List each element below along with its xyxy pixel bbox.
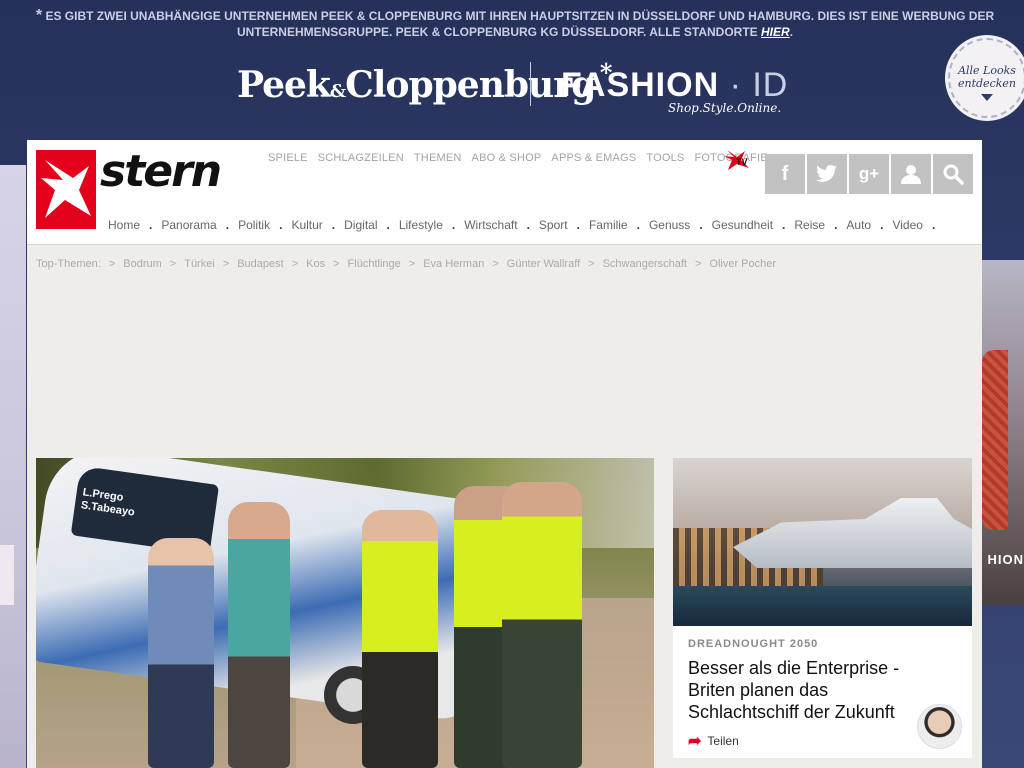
teaser-kicker: DREADNOUGHT 2050 [688,638,819,650]
fashion-id-logo[interactable]: FASHION · ID [561,66,788,105]
topic-link[interactable]: Oliver Pocher [709,258,776,270]
teaser-ship [733,498,972,568]
nav-lifestyle[interactable]: Lifestyle [399,218,443,232]
topic-link[interactable]: Bodrum [123,258,162,270]
hero-image[interactable]: L.Prego S.Tabeayo [36,458,654,768]
stern-tv-logo[interactable]: TV [723,148,751,172]
top-link-schlagzeilen[interactable]: SCHLAGZEILEN [318,152,404,164]
nav-gesundheit[interactable]: Gesundheit [712,218,773,232]
nav-kultur[interactable]: Kultur [291,218,322,232]
nav-reise[interactable]: Reise [794,218,825,232]
topic-link[interactable]: Türkei [184,258,215,270]
star-icon [41,160,91,218]
ad-stores-link[interactable]: HIER [761,25,790,39]
user-icon[interactable] [891,154,931,194]
top-themen-label: Top-Themen: [36,258,101,270]
topic-link[interactable]: Günter Wallraff [507,258,580,270]
top-link-abo-shop[interactable]: ABO & SHOP [472,152,542,164]
hero-person [148,538,214,768]
teaser-image[interactable] [673,458,972,626]
peek-cloppenburg-logo[interactable]: Peek&Cloppenburg * [237,58,612,106]
looks-entdecken-button[interactable]: Alle Looks entdecken [948,38,1024,118]
topic-link[interactable]: Eva Herman [423,258,484,270]
teaser-card[interactable]: DREADNOUGHT 2050 Besser als die Enterpri… [673,458,972,758]
hero-person [228,502,290,768]
facebook-icon[interactable]: f [765,154,805,194]
nav-wirtschaft[interactable]: Wirtschaft [464,218,517,232]
stern-logo-text[interactable]: stern [100,146,222,197]
nav-panorama[interactable]: Panorama [161,218,216,232]
nav-familie[interactable]: Familie [589,218,628,232]
ad-disclaimer: * ES GIBT ZWEI UNABHÄNGIGE UNTERNEHMEN P… [35,7,995,40]
svg-text:TV: TV [736,157,748,167]
nav-genuss[interactable]: Genuss [649,218,690,232]
nav-digital[interactable]: Digital [344,218,377,232]
search-icon[interactable] [933,154,973,194]
twitter-icon[interactable] [807,154,847,194]
ad-side-right[interactable]: HION [982,260,1024,605]
author-avatar[interactable] [917,704,962,749]
hero-officer [362,510,438,768]
main-nav: Home. Panorama. Politik. Kultur. Digital… [108,218,936,232]
share-arrow-icon: ➦ [688,733,702,750]
fashion-id-tagline: Shop.Style.Online. [668,101,782,115]
ad-divider [530,62,531,106]
nav-auto[interactable]: Auto [846,218,871,232]
stern-logo-star[interactable] [36,150,96,229]
content-area: Top-Themen: > Bodrum > Türkei > Budapest > K… [27,245,982,768]
topic-link[interactable]: Kos [306,258,325,270]
nav-home[interactable]: Home [108,218,140,232]
topic-link[interactable]: Schwangerschaft [603,258,687,270]
top-link-spiele[interactable]: SPIELE [268,152,308,164]
topic-link[interactable]: Budapest [237,258,283,270]
top-themen-bar: Top-Themen: > Bodrum > Türkei > Budapest > K… [36,258,777,270]
googleplus-icon[interactable]: g+ [849,154,889,194]
ad-side-left[interactable] [0,165,26,768]
nav-politik[interactable]: Politik [238,218,270,232]
site-container: stern SPIELE SCHLAGZEILEN THEMEN ABO & S… [27,140,982,768]
top-link-themen[interactable]: THEMEN [414,152,462,164]
ad-model-image [982,350,1008,530]
teaser-headline[interactable]: Besser als die Enterprise - Briten plane… [688,657,913,723]
hero-officer [502,482,582,768]
top-link-apps-emags[interactable]: APPS & EMAGS [551,152,636,164]
social-icons: f g+ [765,154,973,194]
ad-side-text: HION [987,552,1024,567]
nav-video[interactable]: Video [892,218,922,232]
top-link-tools[interactable]: TOOLS [646,152,684,164]
share-button[interactable]: ➦ Teilen [688,731,739,751]
topic-link[interactable]: Flüchtlinge [348,258,401,270]
nav-sport[interactable]: Sport [539,218,568,232]
chevron-down-icon [981,94,993,101]
ad-side-left-detail [0,545,14,605]
top-links: SPIELE SCHLAGZEILEN THEMEN ABO & SHOP AP… [268,152,768,164]
